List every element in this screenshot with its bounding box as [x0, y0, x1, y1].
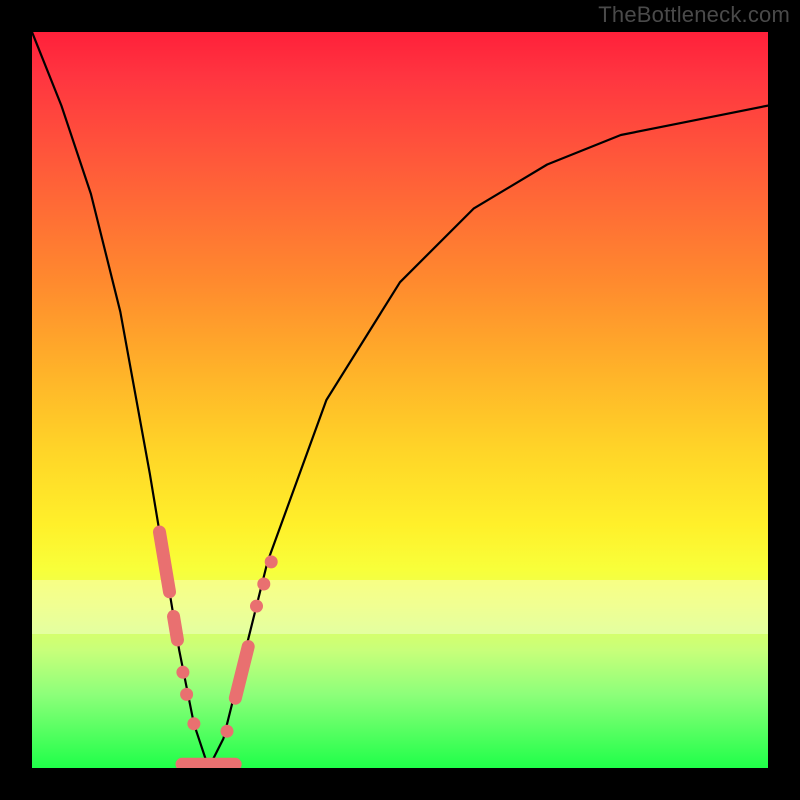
marker-circle [265, 555, 278, 568]
marker-pill [166, 609, 185, 647]
chart-frame: TheBottleneck.com [0, 0, 800, 800]
watermark-text: TheBottleneck.com [598, 2, 790, 28]
marker-pill [227, 639, 256, 706]
plot-area [32, 32, 768, 768]
marker-circle [257, 578, 270, 591]
curve-layer [32, 32, 768, 768]
marker-pill [176, 758, 242, 768]
marker-pill [152, 525, 177, 600]
marker-group [152, 525, 278, 768]
marker-circle [250, 600, 263, 613]
marker-circle [180, 688, 193, 701]
marker-circle [221, 725, 234, 738]
marker-circle [176, 666, 189, 679]
bottleneck-curve [32, 32, 768, 768]
marker-circle [187, 717, 200, 730]
